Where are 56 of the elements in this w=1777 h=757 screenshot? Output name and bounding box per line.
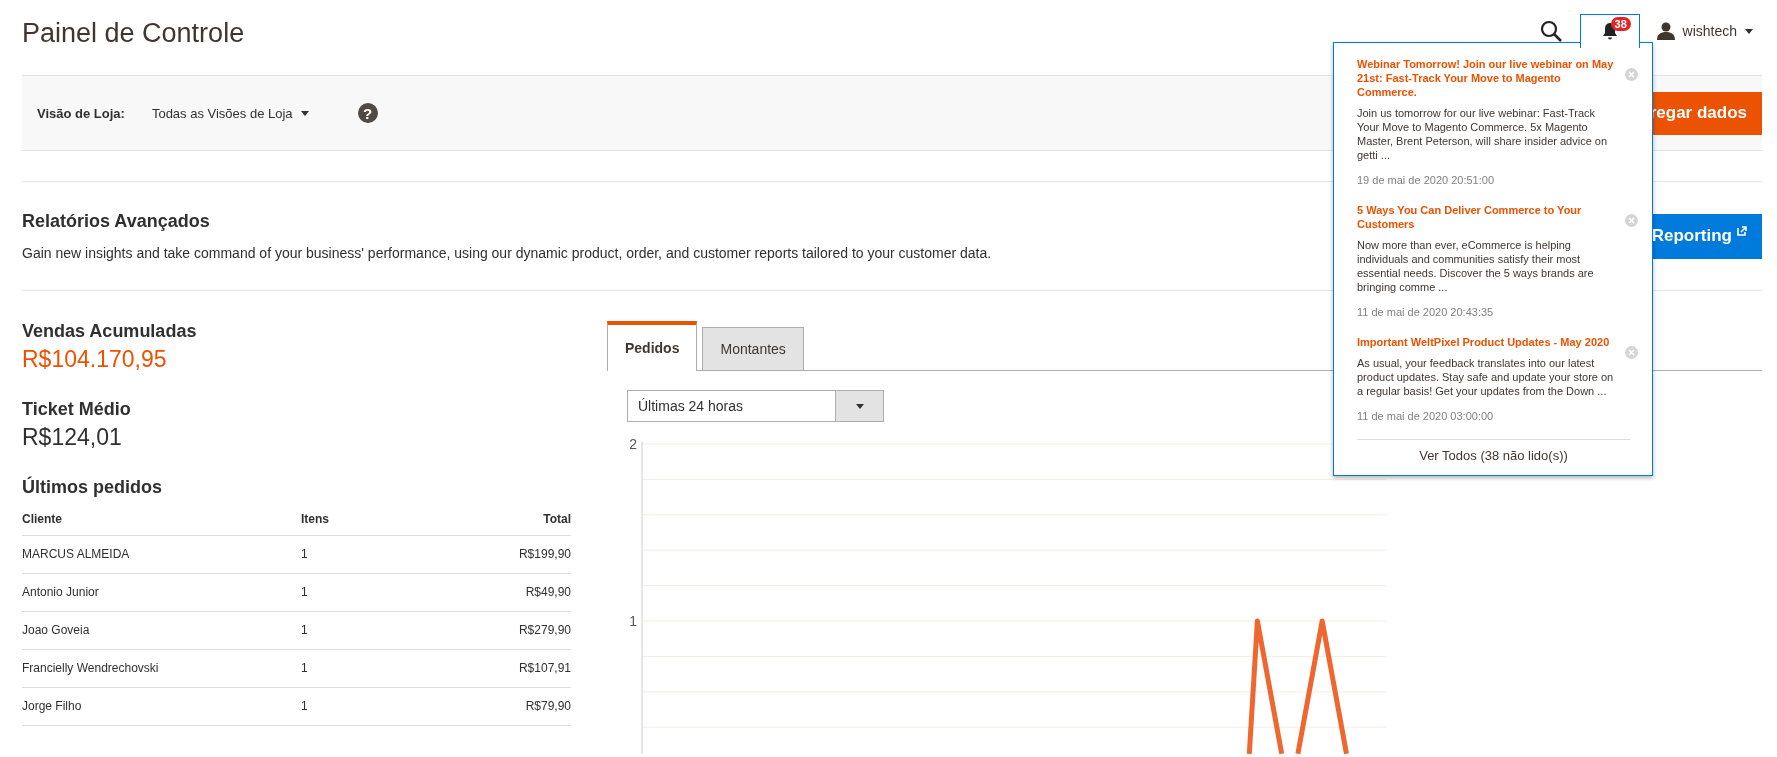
notification-title[interactable]: Important WeltPixel Product Updates - May 2020 <box>1357 335 1617 349</box>
stat-label: Vendas Acumuladas <box>22 321 198 342</box>
notification-title[interactable]: Webinar Tomorrow! Join our live webinar on May 21st: Fast-Track Your Move to Magento Commerce. <box>1357 57 1617 99</box>
notification-text: Now more than ever, eCommerce is helping individuals and communities satisfy their most essential needs. Discover the 5 ways brands are bringing comme ... <box>1357 238 1595 294</box>
caret-icon <box>1745 28 1753 34</box>
table-cell: 1 <box>301 535 451 574</box>
store-view-label: Visão de Loja: <box>37 105 125 121</box>
orders-title: Últimos pedidos <box>22 477 163 498</box>
notification-text: Join us tomorrow for our live webinar: Fast-Track Your Move to Magento Commerce. 5x Magento Master, Brent Peterson, will share insider advice on getti ... <box>1357 106 1609 162</box>
section-title: Relatórios Avançados <box>22 211 211 232</box>
notification-date: 11 de mai de 2020 20:43:35 <box>1357 306 1495 318</box>
tab[interactable]: Pedidos <box>607 321 698 371</box>
user-icon <box>1656 22 1675 40</box>
user-menu[interactable]: wishtech <box>1656 22 1753 40</box>
table-cell: Joao Goveia <box>22 611 301 650</box>
column-header: Cliente <box>22 508 301 536</box>
table-cell: R$79,90 <box>451 687 571 726</box>
notification-title[interactable]: 5 Ways You Can Deliver Commerce to Your Customers <box>1357 203 1617 231</box>
notification-date: 11 de mai de 2020 03:00:00 <box>1357 410 1495 422</box>
page-title: Painel de Controle <box>22 17 246 49</box>
table-cell: 1 <box>301 687 451 726</box>
table-cell: MARCUS ALMEIDA <box>22 535 301 574</box>
help-icon[interactable]: ? <box>357 103 378 123</box>
stat-value: R$104.170,95 <box>22 346 168 373</box>
column-header: Total <box>451 508 571 536</box>
section-description: Gain new insights and take command of your business' performance, using our dynamic product, order, and customer reports tailored to your customer data. <box>22 245 992 261</box>
table-cell: 1 <box>301 611 451 650</box>
close-icon[interactable] <box>1625 346 1638 359</box>
search-icon[interactable] <box>1539 20 1562 42</box>
axis-tick-label: 1 <box>629 613 637 629</box>
tab[interactable]: Montantes <box>702 327 804 370</box>
table-cell: R$49,90 <box>451 573 571 612</box>
external-link-icon <box>1737 225 1747 236</box>
notification-text: As usual, your feedback translates into our latest product updates. Stay safe and update your store on a regular basis! Get your updates from the Down ... <box>1357 356 1615 398</box>
table-cell: 1 <box>301 573 451 612</box>
count-badge: 38 <box>1610 17 1631 31</box>
table-cell: R$279,90 <box>451 611 571 650</box>
table-cell: R$107,91 <box>451 649 571 688</box>
table-cell: Jorge Filho <box>22 687 301 726</box>
close-icon[interactable] <box>1625 68 1638 81</box>
caret-icon <box>300 110 309 116</box>
column-header: Itens <box>301 508 451 536</box>
close-icon[interactable] <box>1625 214 1638 227</box>
notification-date: 19 de mai de 2020 20:51:00 <box>1357 174 1495 186</box>
stat-label: Ticket Médio <box>22 399 132 420</box>
view-all-link[interactable]: Ver Todos (38 não lido(s)) <box>1357 439 1630 465</box>
period-dropdown[interactable]: Últimas 24 horas <box>627 390 884 422</box>
store-view-dropdown[interactable]: Todas as Visões de Loja <box>151 105 309 121</box>
table-cell: 1 <box>301 649 451 688</box>
caret-icon <box>855 403 864 409</box>
table-cell: Francielly Wendrechovski <box>22 649 301 688</box>
axis-tick-label: 2 <box>629 436 637 452</box>
notifications-button[interactable]: 38 <box>1579 14 1640 48</box>
table-cell: R$199,90 <box>451 535 571 574</box>
table-cell: Antonio Junior <box>22 573 301 612</box>
stat-value: R$124,01 <box>22 424 123 451</box>
